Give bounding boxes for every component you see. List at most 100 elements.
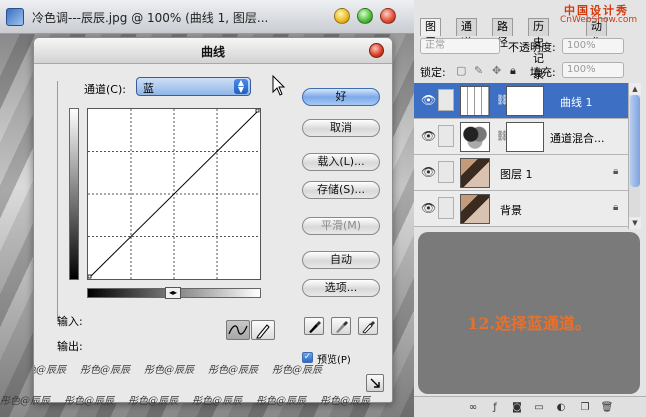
- lock-all-icon[interactable]: 🔒︎: [510, 64, 516, 78]
- curve-graph[interactable]: [87, 108, 261, 280]
- tab-paths[interactable]: 路径: [492, 18, 513, 49]
- load-button[interactable]: 载入(L)...: [302, 153, 380, 171]
- tab-layers[interactable]: 图层: [420, 18, 441, 49]
- curves-dialog: 曲线 通道(C): 蓝 ▲ ▼ ◂▸ 输入: 输出: 好 取消 载入(L)...…: [33, 37, 393, 403]
- options-button[interactable]: 选项...: [302, 279, 380, 297]
- dialog-title: 曲线: [200, 45, 225, 59]
- layer-link-box[interactable]: [438, 161, 454, 183]
- pencil-tool-button[interactable]: [251, 320, 275, 340]
- layer-list-scrollbar[interactable]: ▲ ▼: [628, 83, 641, 229]
- opacity-field[interactable]: 100%: [562, 38, 624, 54]
- eyedropper-gray-icon: [336, 321, 348, 333]
- layer-row[interactable]: 👁︎ ⛓︎ 通道混合...: [414, 119, 628, 155]
- fill-field[interactable]: 100%: [562, 62, 624, 78]
- scroll-down-icon[interactable]: ▼: [629, 217, 641, 229]
- gray-eyedropper-button[interactable]: [331, 317, 351, 335]
- layer-thumbnail: [460, 194, 490, 224]
- zoom-button[interactable]: [357, 8, 373, 24]
- scroll-up-icon[interactable]: ▲: [629, 83, 641, 95]
- opacity-label: 不透明度:: [508, 41, 556, 54]
- watermark-text: 彤色@辰辰: [0, 396, 50, 407]
- curve-wave-icon: [228, 325, 248, 335]
- eye-icon[interactable]: 👁︎: [421, 201, 436, 215]
- layers-panel: 图层 通道 路径 历史记录 动作 正常 不透明度: 100% 锁定: ▢ ✎ ✥…: [414, 0, 646, 417]
- watermark-text: 彤色@辰辰: [272, 365, 322, 376]
- output-label: 输出:: [57, 340, 83, 353]
- input-gradient-bar: [69, 108, 79, 280]
- curve-frame-line: [57, 81, 60, 321]
- layer-link-box[interactable]: [438, 197, 454, 219]
- gradient-toggle-button[interactable]: ◂▸: [165, 287, 181, 299]
- cancel-button[interactable]: 取消: [302, 119, 380, 137]
- smooth-button[interactable]: 平滑(M): [302, 217, 380, 235]
- layer-row[interactable]: 👁︎ 背景 🔒︎: [414, 191, 628, 227]
- new-layer-icon[interactable]: ❐: [578, 401, 592, 414]
- watermark-text: 彤色@辰辰: [192, 396, 242, 407]
- lock-label: 锁定:: [420, 66, 446, 79]
- save-button[interactable]: 存储(S)...: [302, 181, 380, 199]
- lock-icon: 🔒︎: [613, 202, 619, 213]
- eye-icon[interactable]: 👁︎: [421, 165, 436, 179]
- trash-icon[interactable]: 🗑︎: [600, 401, 614, 414]
- screen: 冷色调---辰辰.jpg @ 100% (曲线 1, 图层... 曲线 通道(C…: [0, 0, 646, 417]
- layers-bottom-bar: ∞ ƒ ◙ ▭ ◐ ❐ 🗑︎: [414, 396, 646, 417]
- adjustment-layer-icon[interactable]: ◐: [554, 401, 568, 414]
- mouse-cursor-icon: [272, 75, 286, 96]
- auto-button[interactable]: 自动: [302, 251, 380, 269]
- tab-history[interactable]: 历史记录: [528, 18, 549, 81]
- layer-link-box[interactable]: [438, 125, 454, 147]
- watermark-text: 彤色@辰辰: [64, 396, 114, 407]
- watermark-text: 彤色@辰辰: [34, 365, 66, 376]
- site-watermark: 中国设计秀 CnWebShow.com: [552, 0, 646, 28]
- dialog-close-button[interactable]: [369, 43, 384, 58]
- dialog-titlebar[interactable]: 曲线: [34, 38, 392, 64]
- document-titlebar[interactable]: 冷色调---辰辰.jpg @ 100% (曲线 1, 图层...: [0, 0, 414, 34]
- instruction-panel: 12.选择蓝通道。: [418, 232, 640, 394]
- resize-icon: [370, 378, 380, 388]
- layer-style-icon[interactable]: ƒ: [488, 401, 502, 414]
- lock-transparency-icon[interactable]: ▢: [456, 64, 466, 77]
- ok-button[interactable]: 好: [302, 88, 380, 106]
- fill-label: 填充:: [530, 66, 556, 79]
- curve-graph-svg: [87, 108, 260, 279]
- tab-channels[interactable]: 通道: [456, 18, 477, 49]
- curve-tool-button[interactable]: [226, 320, 250, 340]
- layer-mask-thumbnail[interactable]: [506, 86, 544, 116]
- blend-mode-select[interactable]: 正常: [420, 38, 500, 54]
- preview-label: 预览(P): [317, 355, 351, 366]
- input-label: 输入:: [57, 315, 83, 328]
- new-group-icon[interactable]: ▭: [532, 401, 546, 414]
- layer-name: 背景: [500, 204, 522, 217]
- layer-row[interactable]: 👁︎ ⛓︎ 曲线 1: [414, 83, 628, 119]
- link-layers-icon[interactable]: ∞: [466, 401, 480, 414]
- watermark-text: 彤色@辰辰: [320, 396, 370, 407]
- layer-mask-thumbnail[interactable]: [506, 122, 544, 152]
- layer-link-box[interactable]: [438, 89, 454, 111]
- lock-position-icon[interactable]: ✥: [492, 64, 501, 77]
- pencil-icon: [256, 324, 270, 339]
- eyedropper-white-icon: [362, 321, 375, 334]
- channel-label: 通道(C):: [84, 83, 126, 96]
- eye-icon[interactable]: 👁︎: [421, 93, 436, 107]
- watermark-text: 彤色@辰辰: [80, 365, 130, 376]
- layer-row[interactable]: 👁︎ 图层 1 🔒︎: [414, 155, 628, 191]
- eye-icon[interactable]: 👁︎: [421, 129, 436, 143]
- watermark-text: 彤色@辰辰: [208, 365, 258, 376]
- white-eyedropper-button[interactable]: [358, 317, 378, 335]
- expand-graph-button[interactable]: [366, 374, 384, 392]
- layer-thumbnail: [460, 158, 490, 188]
- layer-name: 图层 1: [500, 168, 533, 181]
- add-mask-icon[interactable]: ◙: [510, 401, 524, 414]
- watermark-text: 彤色@辰辰: [128, 396, 178, 407]
- layer-name: 通道混合...: [550, 132, 605, 145]
- document-icon: [6, 8, 24, 26]
- black-eyedropper-button[interactable]: [304, 317, 324, 335]
- minimize-button[interactable]: [334, 8, 350, 24]
- channel-select[interactable]: 蓝 ▲ ▼: [136, 77, 251, 96]
- channel-select-value: 蓝: [143, 82, 154, 95]
- close-button[interactable]: [380, 8, 396, 24]
- channel-mixer-icon: [460, 122, 490, 152]
- chevron-updown-icon: ▲ ▼: [234, 79, 248, 94]
- lock-pixels-icon[interactable]: ✎: [474, 64, 483, 77]
- scroll-thumb[interactable]: [630, 95, 640, 187]
